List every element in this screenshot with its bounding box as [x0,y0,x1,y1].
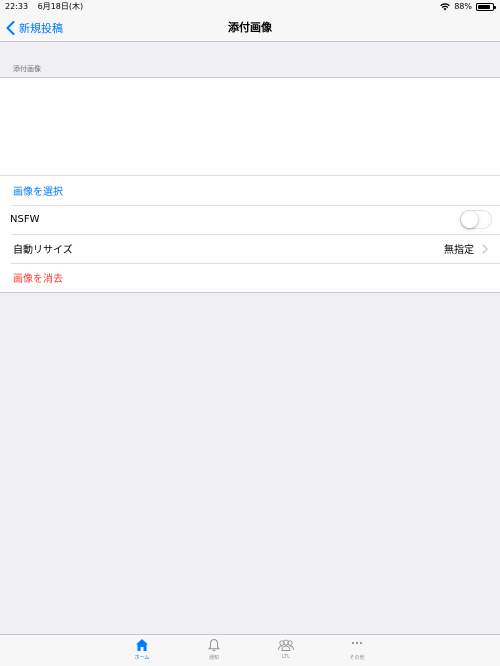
nsfw-toggle[interactable] [460,210,492,229]
select-image-label: 画像を選択 [13,187,63,198]
delete-image-label: 画像を消去 [13,274,63,285]
page-title: 添付画像 [228,21,272,34]
navigation-bar: 新規投稿 添付画像 [0,14,500,42]
tab-more-label: その他 [349,655,365,661]
attachment-table: 画像を選択 NSFW 自動リサイズ 無指定 画像を消去 [0,77,500,293]
wifi-icon [440,3,450,11]
tab-notifications[interactable]: 通知 [184,638,244,661]
chevron-right-icon [482,244,488,254]
auto-resize-label: 自動リサイズ [13,245,73,256]
status-bar: 22:33 6月18日(木) 88% [0,0,500,14]
tab-home-label: ホーム [134,655,150,661]
status-date: 6月18日(木) [37,2,84,11]
battery-percent: 88% [454,2,472,11]
home-icon [136,639,148,651]
nsfw-row: NSFW [0,205,500,234]
image-preview [0,78,500,176]
delete-image-row[interactable]: 画像を消去 [0,263,500,292]
tab-notifications-label: 通知 [208,655,219,661]
status-time: 22:33 [5,2,29,11]
tab-bar: ホーム 通知 LTL その他 [0,634,500,666]
tab-ltl-label: LTL [282,654,290,660]
auto-resize-row[interactable]: 自動リサイズ 無指定 [0,234,500,263]
more-icon [351,641,363,645]
tab-ltl[interactable]: LTL [256,638,316,660]
select-image-row[interactable]: 画像を選択 [0,176,500,205]
nsfw-label: NSFW [10,214,40,225]
people-icon [278,639,294,651]
battery-icon [476,3,496,11]
status-right: 88% [440,0,496,14]
section-header: 添付画像 [13,65,41,73]
tab-more[interactable]: その他 [327,638,387,661]
status-left: 22:33 6月18日(木) [5,0,90,14]
auto-resize-value: 無指定 [444,245,474,256]
tab-home[interactable]: ホーム [112,638,172,661]
bell-icon [207,638,221,652]
toggle-knob [461,211,478,228]
